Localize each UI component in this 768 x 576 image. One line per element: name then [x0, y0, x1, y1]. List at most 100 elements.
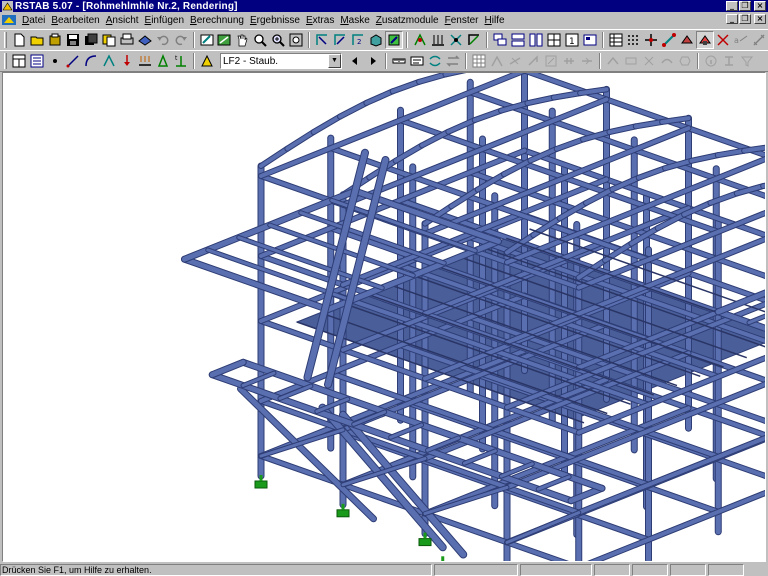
zoom-window-icon[interactable] — [269, 31, 287, 49]
menu-bearbeiten[interactable]: Bearbeiten — [48, 15, 102, 26]
pan-icon[interactable] — [233, 31, 251, 49]
display-deformation-icon[interactable] — [465, 31, 483, 49]
solid-icon[interactable] — [696, 31, 715, 49]
view-iso-icon[interactable] — [367, 31, 385, 49]
connect-icon[interactable] — [100, 52, 118, 70]
doc-minimize-button[interactable]: _ — [726, 14, 738, 24]
app-icon[interactable] — [2, 0, 13, 12]
zoom-icon[interactable] — [251, 31, 269, 49]
display-results-icon[interactable] — [447, 31, 465, 49]
view-y-icon[interactable] — [331, 31, 349, 49]
display-loads-icon[interactable] — [429, 31, 447, 49]
filter-icon[interactable] — [738, 52, 756, 70]
load-member-icon[interactable] — [136, 52, 154, 70]
menu-fenster[interactable]: Fenster — [442, 15, 482, 26]
toolbar-grip[interactable] — [4, 53, 7, 69]
save-icon[interactable] — [64, 31, 82, 49]
prev-icon[interactable] — [346, 52, 364, 70]
render-icon[interactable] — [385, 31, 404, 49]
print-preview-icon[interactable] — [136, 31, 154, 49]
join-icon[interactable] — [578, 52, 596, 70]
chevron-down-icon[interactable]: ▼ — [328, 54, 341, 68]
menu-maske[interactable]: Maske — [337, 15, 372, 26]
close-button[interactable]: × — [754, 1, 766, 11]
menu-extras[interactable]: Extras — [303, 15, 337, 26]
grid-icon[interactable] — [625, 31, 643, 49]
load-temp-icon[interactable]: t — [172, 52, 190, 70]
window-arrange-icon[interactable] — [581, 31, 599, 49]
new-icon[interactable] — [10, 31, 28, 49]
members-icon[interactable] — [678, 31, 696, 49]
separator — [465, 53, 467, 69]
supports-icon[interactable] — [714, 31, 732, 49]
section-icon[interactable] — [720, 52, 738, 70]
redo-icon[interactable] — [172, 31, 190, 49]
load-case-select[interactable]: LF2 - Staub. ▼ — [220, 53, 342, 69]
display-members-icon[interactable] — [411, 31, 429, 49]
rotate-icon[interactable] — [524, 52, 542, 70]
view-x-icon[interactable] — [313, 31, 331, 49]
ruler-icon[interactable] — [390, 52, 408, 70]
edit-model-icon[interactable] — [198, 31, 216, 49]
menu-hilfe[interactable]: Hilfe — [482, 15, 508, 26]
measure-icon[interactable]: a — [732, 31, 750, 49]
model-viewport[interactable] — [2, 72, 766, 562]
copy-icon[interactable] — [100, 31, 118, 49]
result-support-icon[interactable] — [676, 52, 694, 70]
undo-icon[interactable] — [154, 31, 172, 49]
window-tile-h-icon[interactable] — [509, 31, 527, 49]
link-icon[interactable] — [444, 52, 462, 70]
dimension-icon[interactable] — [750, 31, 768, 49]
menu-ergebnisse[interactable]: Ergebnisse — [247, 15, 303, 26]
arc-icon[interactable] — [82, 52, 100, 70]
window-cascade-icon[interactable] — [491, 31, 509, 49]
result-shear-icon[interactable] — [622, 52, 640, 70]
doc-restore-button[interactable]: ❐ — [739, 14, 751, 24]
menu-ansicht[interactable]: Ansicht — [103, 15, 142, 26]
move-icon[interactable] — [506, 52, 524, 70]
menu-berechnung[interactable]: Berechnung — [187, 15, 247, 26]
calc-table-icon[interactable] — [470, 52, 488, 70]
window-single-icon[interactable]: 1 — [563, 31, 581, 49]
document-icon[interactable] — [2, 14, 16, 26]
result-deform-icon[interactable] — [658, 52, 676, 70]
list-icon[interactable] — [28, 52, 46, 70]
structure-rendering[interactable] — [3, 73, 765, 561]
mirror-icon[interactable] — [488, 52, 506, 70]
info-icon[interactable] — [702, 52, 720, 70]
table-edit-icon[interactable] — [215, 31, 233, 49]
save-all-icon[interactable] — [82, 31, 100, 49]
transform-icon[interactable] — [426, 52, 444, 70]
open-icon[interactable] — [28, 31, 46, 49]
view-z-icon[interactable]: 2 — [349, 31, 367, 49]
separator — [485, 32, 488, 48]
window-split-icon[interactable] — [545, 31, 563, 49]
nodes-icon[interactable] — [660, 31, 678, 49]
separator — [601, 32, 604, 48]
print-icon[interactable] — [118, 31, 136, 49]
restore-button[interactable]: ❐ — [739, 1, 751, 11]
point-icon[interactable] — [46, 52, 64, 70]
table-icon[interactable] — [607, 31, 625, 49]
divide-icon[interactable] — [560, 52, 578, 70]
load-node-icon[interactable] — [118, 52, 136, 70]
minimize-button[interactable]: _ — [726, 1, 738, 11]
scale-icon[interactable] — [542, 52, 560, 70]
result-normal-icon[interactable] — [640, 52, 658, 70]
toolbar-grip[interactable] — [4, 32, 7, 48]
snap-icon[interactable] — [642, 31, 660, 49]
tools-icon[interactable] — [408, 52, 426, 70]
doc-close-button[interactable]: × — [754, 14, 766, 24]
data-table-icon[interactable] — [10, 52, 28, 70]
line-icon[interactable] — [64, 52, 82, 70]
load-moment-icon[interactable] — [154, 52, 172, 70]
result-moment-icon[interactable] — [604, 52, 622, 70]
menu-einfuegen[interactable]: Einfügen — [142, 15, 187, 26]
window-tile-v-icon[interactable] — [527, 31, 545, 49]
open-recent-icon[interactable] — [46, 31, 64, 49]
next-icon[interactable] — [364, 52, 382, 70]
load-case-icon[interactable] — [198, 52, 216, 70]
zoom-all-icon[interactable] — [287, 31, 305, 49]
menu-datei[interactable]: Datei — [19, 15, 48, 26]
menu-zusatzmodule[interactable]: Zusatzmodule — [373, 15, 442, 26]
